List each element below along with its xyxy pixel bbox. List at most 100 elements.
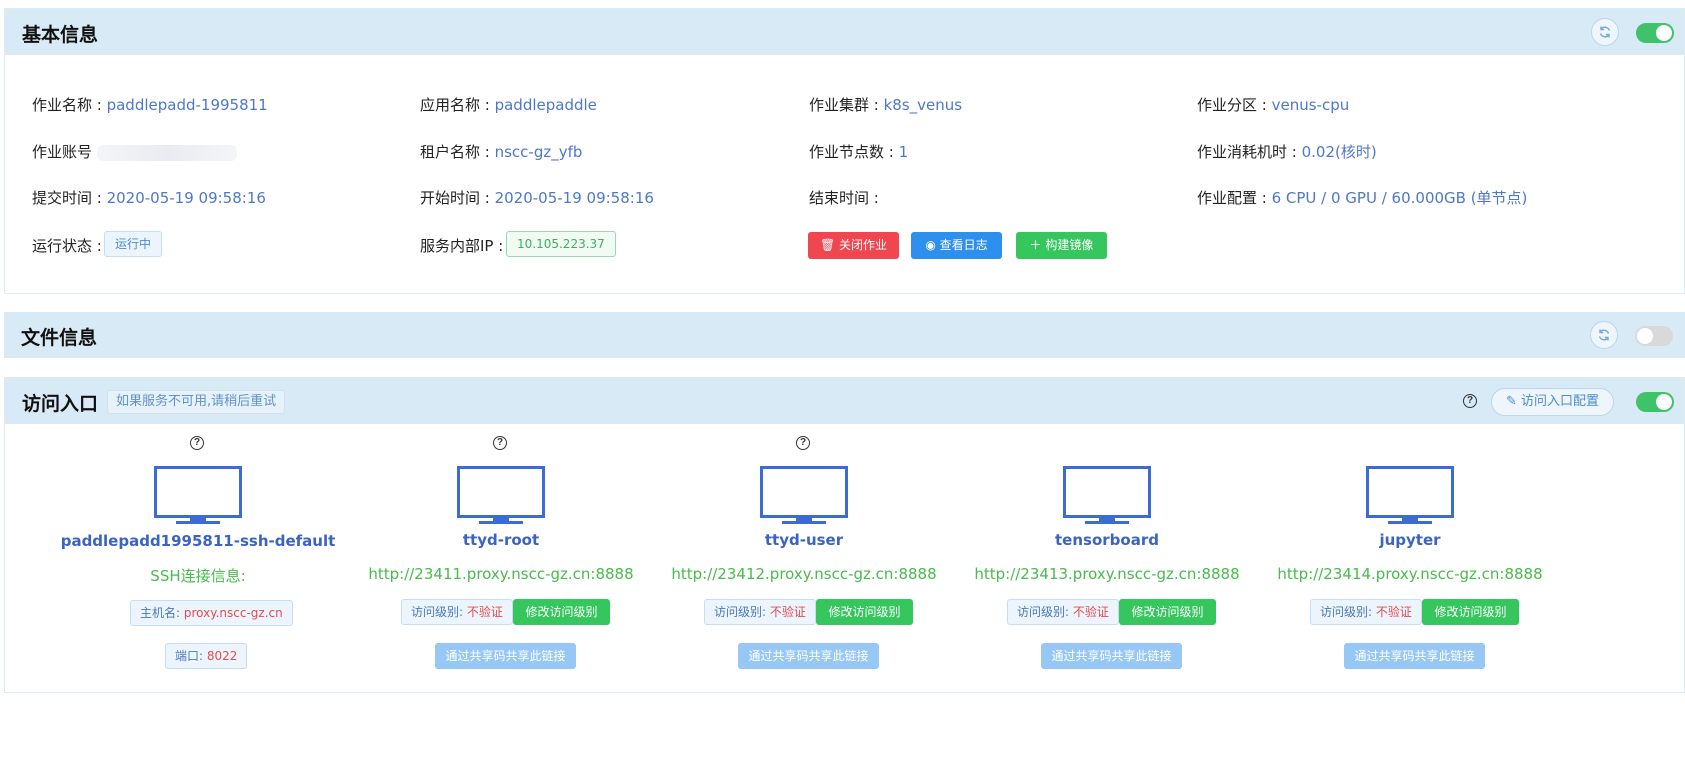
field-value: 1 — [898, 143, 909, 161]
file-info-toggle[interactable] — [1635, 326, 1673, 346]
refresh-icon — [1599, 26, 1611, 38]
help-icon[interactable]: ? — [796, 436, 810, 450]
access-title: 访问入口 — [22, 393, 99, 415]
field-label: 作业账号 — [32, 143, 93, 161]
entry-url-link[interactable]: http://23411.proxy.nscc-gz.cn:8888 — [351, 565, 651, 583]
field-value: 2020-05-19 09:58:16 — [106, 189, 266, 207]
monitor-icon[interactable] — [1063, 466, 1151, 524]
basic-info-title: 基本信息 — [22, 24, 99, 46]
field-label: 作业配置 : — [1197, 189, 1272, 207]
modify-access-level-button[interactable]: 修改访问级别 — [816, 599, 913, 625]
access-entry-ttyd-user: ? ttyd-user http://23412.proxy.nscc-gz.c… — [654, 424, 954, 694]
field-node-count: 作业节点数 : 1 — [809, 141, 908, 162]
share-link-button[interactable]: 通过共享码共享此链接 — [435, 643, 576, 669]
access-entry-jupyter: jupyter http://23414.proxy.nscc-gz.cn:88… — [1260, 424, 1560, 694]
field-label: 作业分区 : — [1197, 96, 1272, 114]
field-submit-time: 提交时间 : 2020-05-19 09:58:16 — [32, 187, 266, 208]
access-hint: 如果服务不可用,请稍后重试 — [107, 390, 286, 414]
modify-access-level-button[interactable]: 修改访问级别 — [1119, 599, 1216, 625]
field-cluster: 作业集群 : k8s_venus — [809, 94, 962, 115]
access-header: 访问入口 如果服务不可用,请稍后重试 ? ✎ 访问入口配置 — [5, 378, 1684, 424]
trash-icon: 🗑 — [819, 238, 836, 252]
field-label: 结束时间 : — [809, 189, 879, 207]
ssh-port-tag: 端口: 8022 — [165, 643, 248, 669]
level-value: 不验证 — [1375, 605, 1412, 619]
field-label: 服务内部IP : — [420, 237, 504, 255]
close-job-button[interactable]: 🗑 关闭作业 — [808, 232, 899, 259]
field-value: paddlepaddle — [494, 96, 597, 114]
monitor-icon[interactable] — [154, 466, 242, 524]
monitor-icon[interactable] — [1366, 466, 1454, 524]
entry-url-link[interactable]: http://23413.proxy.nscc-gz.cn:8888 — [957, 565, 1257, 583]
field-start-time: 开始时间 : 2020-05-19 09:58:16 — [420, 187, 654, 208]
access-toggle[interactable] — [1636, 392, 1674, 412]
share-link-button[interactable]: 通过共享码共享此链接 — [1041, 643, 1182, 669]
level-value: 不验证 — [466, 605, 503, 619]
entry-name[interactable]: tensorboard — [957, 531, 1257, 549]
level-label: 访问级别: — [714, 605, 770, 619]
field-job-name: 作业名称 : paddlepadd-1995811 — [32, 94, 268, 115]
share-link-button[interactable]: 通过共享码共享此链接 — [738, 643, 879, 669]
refresh-button[interactable] — [1590, 321, 1618, 349]
access-entry-tensorboard: tensorboard http://23413.proxy.nscc-gz.c… — [957, 424, 1257, 694]
help-icon[interactable]: ? — [1463, 394, 1477, 408]
field-partition: 作业分区 : venus-cpu — [1197, 94, 1349, 115]
ssh-host-tag: 主机名: proxy.nscc-gz.cn — [130, 600, 293, 626]
level-value: 不验证 — [769, 605, 806, 619]
refresh-icon — [1598, 329, 1610, 341]
field-end-time: 结束时间 : — [809, 187, 879, 208]
field-label: 运行状态 : — [32, 237, 102, 255]
monitor-icon[interactable] — [760, 466, 848, 524]
toggle-knob — [1656, 394, 1672, 410]
level-value: 不验证 — [1072, 605, 1109, 619]
entry-name[interactable]: paddlepadd1995811-ssh-default — [48, 532, 348, 550]
level-label: 访问级别: — [1017, 605, 1073, 619]
entry-name[interactable]: ttyd-root — [351, 531, 651, 549]
file-info-title: 文件信息 — [21, 327, 98, 349]
entry-url-link[interactable]: http://23412.proxy.nscc-gz.cn:8888 — [654, 565, 954, 583]
build-image-button[interactable]: ＋ 构建镜像 — [1016, 232, 1107, 259]
basic-info-toggle[interactable] — [1636, 23, 1674, 43]
basic-info-header: 基本信息 — [5, 9, 1684, 55]
port-value: 8022 — [206, 649, 238, 663]
plus-icon: ＋ — [1029, 238, 1042, 252]
access-level-tag: 访问级别: 不验证 — [1007, 599, 1119, 625]
edit-icon: ✎ — [1506, 394, 1517, 409]
file-info-header[interactable]: 文件信息 — [4, 312, 1685, 358]
field-app-name: 应用名称 : paddlepaddle — [420, 94, 597, 115]
entry-name[interactable]: jupyter — [1260, 531, 1560, 549]
field-value: k8s_venus — [883, 96, 963, 114]
field-label: 作业节点数 : — [809, 143, 899, 161]
file-info-panel: 文件信息 — [4, 312, 1685, 359]
access-entry-ttyd-root: ? ttyd-root http://23411.proxy.nscc-gz.c… — [351, 424, 651, 694]
masked-account — [96, 144, 237, 161]
access-level-tag: 访问级别: 不验证 — [401, 599, 513, 625]
field-label: 应用名称 : — [420, 96, 495, 114]
entry-name[interactable]: ttyd-user — [654, 531, 954, 549]
basic-info-panel: 基本信息 作业名称 : paddlepadd-1995811 应用名称 : pa… — [4, 8, 1685, 294]
view-log-button[interactable]: ◉ 查看日志 — [911, 232, 1002, 259]
field-value: venus-cpu — [1271, 96, 1350, 114]
monitor-icon[interactable] — [457, 466, 545, 524]
access-level-tag: 访问级别: 不验证 — [1310, 599, 1422, 625]
refresh-button[interactable] — [1591, 18, 1619, 46]
help-icon[interactable]: ? — [493, 436, 507, 450]
access-config-button[interactable]: ✎ 访问入口配置 — [1491, 388, 1615, 416]
access-config-label: 访问入口配置 — [1521, 394, 1600, 409]
field-machine-hours: 作业消耗机时 : 0.02(核时) — [1197, 141, 1377, 162]
eye-icon: ◉ — [925, 238, 936, 252]
modify-access-level-button[interactable]: 修改访问级别 — [1422, 599, 1519, 625]
field-label: 提交时间 : — [32, 189, 107, 207]
field-internal-ip: 服务内部IP : — [420, 235, 503, 256]
entry-url-link[interactable]: http://23414.proxy.nscc-gz.cn:8888 — [1260, 565, 1560, 583]
field-value: 6 CPU / 0 GPU / 60.000GB (单节点) — [1271, 189, 1528, 207]
share-link-button[interactable]: 通过共享码共享此链接 — [1344, 643, 1485, 669]
help-icon[interactable]: ? — [190, 436, 204, 450]
port-label: 端口: — [175, 649, 207, 663]
field-label: 作业集群 : — [809, 96, 884, 114]
level-label: 访问级别: — [1320, 605, 1376, 619]
modify-access-level-button[interactable]: 修改访问级别 — [513, 599, 610, 625]
field-label: 作业名称 : — [32, 96, 107, 114]
ip-badge: 10.105.223.37 — [506, 231, 616, 257]
toggle-knob — [1637, 328, 1653, 344]
